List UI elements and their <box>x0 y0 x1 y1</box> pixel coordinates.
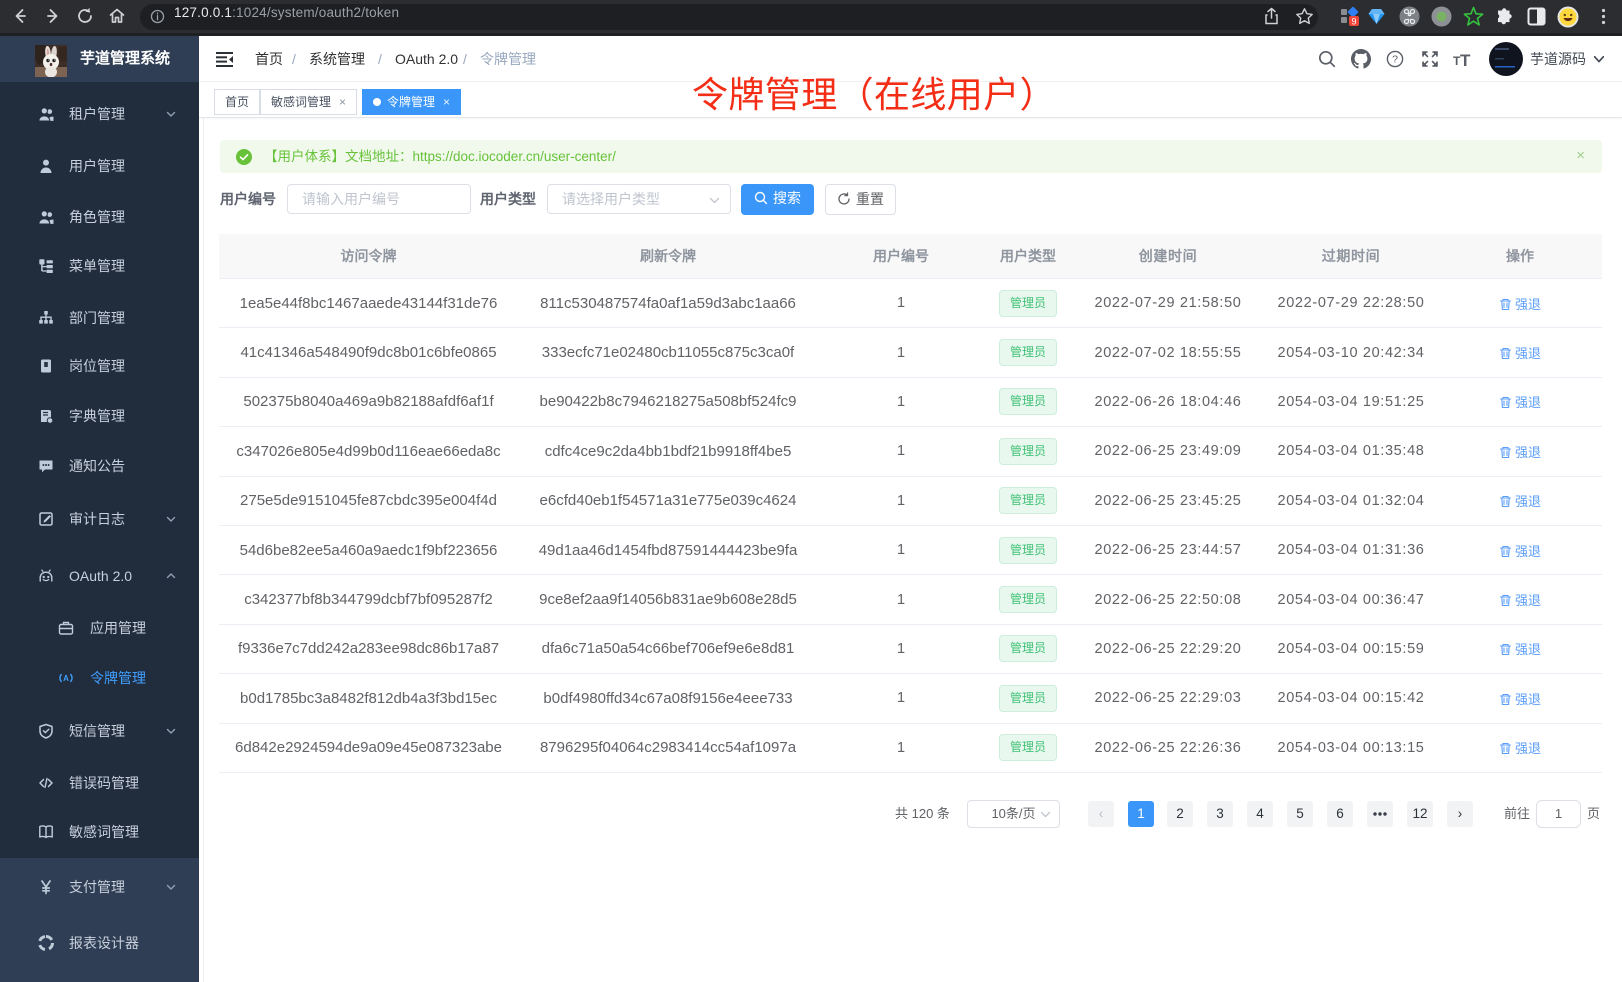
svg-text:T: T <box>1460 51 1471 68</box>
svg-text:9: 9 <box>1351 17 1356 27</box>
svg-text:?: ? <box>1392 54 1398 66</box>
svg-text:A: A <box>63 674 69 683</box>
